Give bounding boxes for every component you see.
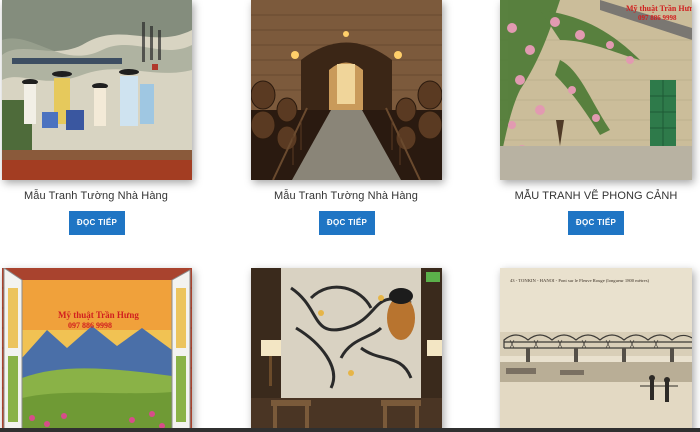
watermark-phone: 097 886 9998 <box>68 321 112 330</box>
gallery-card-6: 43 - TONKIN - HANOI - Pont sur le Fleuve… <box>500 268 692 432</box>
gallery-card-2: Mẫu Tranh Tường Nhà Hàng ĐỌC TIẾP <box>250 0 442 240</box>
gallery-caption-1[interactable]: Mẫu Tranh Tường Nhà Hàng <box>0 190 192 202</box>
gallery-image-3[interactable]: Mỹ thuật Trần Hưng 097 886 9998 <box>500 0 692 180</box>
gallery-image-5[interactable] <box>251 268 442 432</box>
read-more-button-1[interactable]: ĐỌC TIẾP <box>69 211 125 235</box>
gallery-image-2[interactable] <box>251 0 442 180</box>
bottom-bar <box>0 428 700 432</box>
gallery-card-5 <box>250 268 442 432</box>
gallery-caption-2[interactable]: Mẫu Tranh Tường Nhà Hàng <box>250 190 442 202</box>
gallery-card-1: Mẫu Tranh Tường Nhà Hàng ĐỌC TIẾP <box>0 0 192 240</box>
watermark-phone: 097 886 9998 <box>638 14 677 22</box>
gallery-card-4: Mỹ thuật Trần Hưng 097 886 9998 <box>0 268 192 432</box>
read-more-button-2[interactable]: ĐỌC TIẾP <box>319 211 375 235</box>
read-more-button-3[interactable]: ĐỌC TIẾP <box>568 211 624 235</box>
postcard-caption: 43 - TONKIN - HANOI - Pont sur le Fleuve… <box>510 278 649 283</box>
gallery-image-1[interactable] <box>2 0 192 180</box>
gallery-card-3: Mỹ thuật Trần Hưng 097 886 9998 MẪU TRAN… <box>500 0 692 240</box>
watermark-name: Mỹ thuật Trần Hưng <box>626 4 692 13</box>
gallery-image-6[interactable]: 43 - TONKIN - HANOI - Pont sur le Fleuve… <box>500 268 692 432</box>
gallery-caption-3[interactable]: MẪU TRANH VẼ PHONG CẢNH <box>500 190 692 202</box>
gallery-image-4[interactable]: Mỹ thuật Trần Hưng 097 886 9998 <box>2 268 192 432</box>
watermark-name: Mỹ thuật Trần Hưng <box>58 310 139 320</box>
